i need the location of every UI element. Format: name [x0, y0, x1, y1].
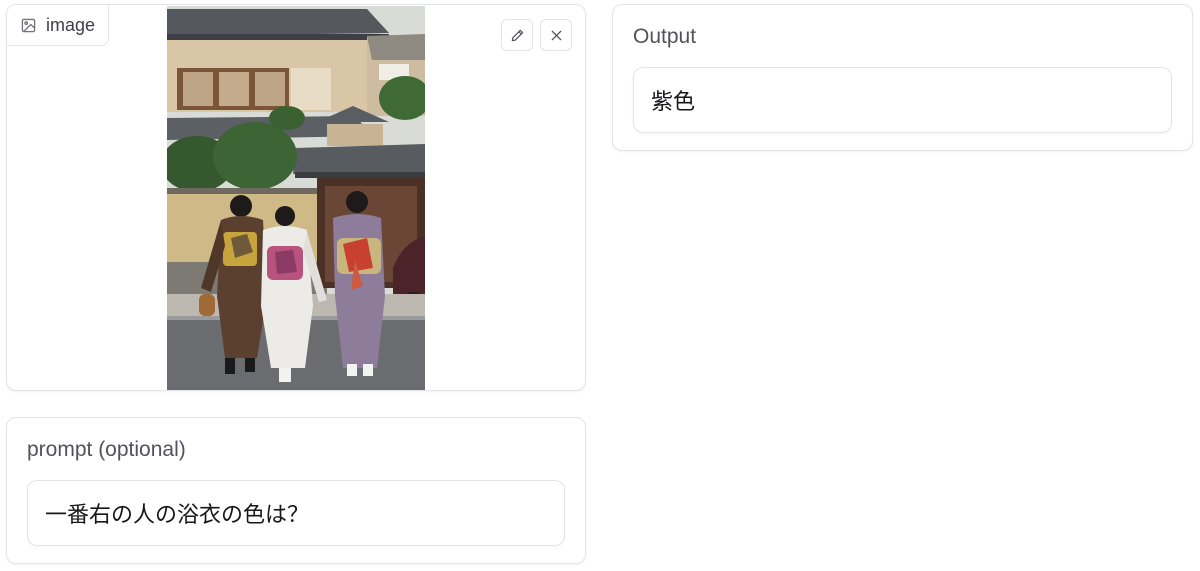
prompt-label: prompt (optional) [27, 438, 186, 461]
output-label: Output [633, 25, 697, 48]
uploaded-photo [167, 6, 425, 390]
pencil-icon [510, 28, 525, 43]
edit-image-button[interactable] [501, 19, 533, 51]
output-textbox[interactable]: 紫色 [633, 67, 1172, 133]
prompt-input[interactable]: 一番右の人の浴衣の色は？ [27, 480, 565, 546]
output-panel: Output 紫色 [612, 4, 1193, 151]
close-icon [549, 28, 564, 43]
image-label: image [7, 5, 110, 46]
clear-image-button[interactable] [540, 19, 572, 51]
prompt-panel: prompt (optional) 一番右の人の浴衣の色は？ [6, 417, 586, 564]
image-icon [21, 18, 36, 33]
image-input-panel[interactable]: image [6, 4, 586, 391]
image-label-text: image [46, 14, 96, 35]
